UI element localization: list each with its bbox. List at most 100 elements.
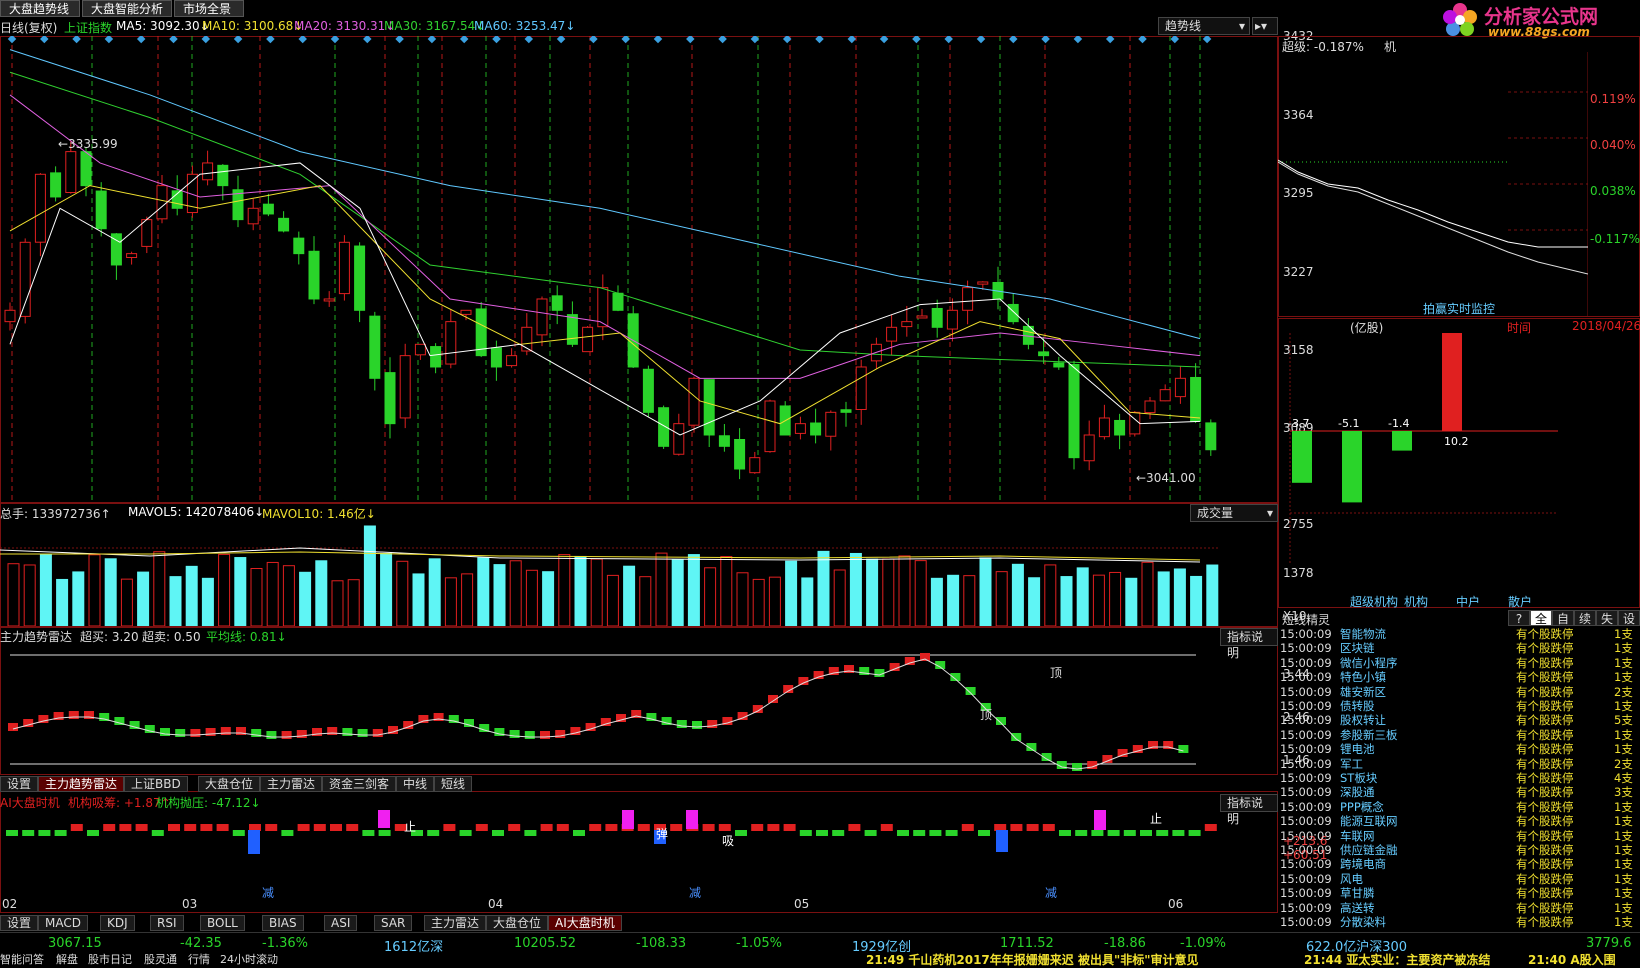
candlestick-chart[interactable]	[0, 36, 1278, 503]
short-tab[interactable]: 全	[1530, 610, 1552, 626]
indicator-tab[interactable]: 上证BBD	[124, 776, 188, 792]
indicator-tab[interactable]: 短线	[434, 776, 473, 792]
pct-tick: 0.040%	[1590, 138, 1636, 152]
list-item[interactable]: 15:00:09 分散染料 有个股跌停 1支	[1280, 915, 1633, 929]
cell: 有个股跌停	[1516, 756, 1574, 771]
cell: 15:00:09	[1280, 871, 1332, 886]
indicator-tab[interactable]: 主力雷达	[260, 776, 323, 792]
short-tab[interactable]: 设	[1618, 610, 1640, 626]
month-label: 03	[182, 897, 198, 911]
cell: 15:00:09	[1280, 684, 1332, 699]
indicator-tab[interactable]: 大盘仓位	[486, 915, 549, 931]
indicator-tab[interactable]: ASI	[324, 915, 358, 931]
list-item[interactable]: 15:00:09 高送转 有个股跌停 1支	[1280, 900, 1633, 915]
short-tab[interactable]: ?	[1508, 610, 1530, 626]
cell: 特色小镇	[1340, 670, 1386, 685]
pct-tick: 0.119%	[1590, 92, 1636, 106]
tab-market-overview[interactable]: 市场全景	[174, 0, 244, 17]
list-item[interactable]: 15:00:09 股权转让 有个股跌停 5支	[1280, 713, 1633, 728]
cell: 1支	[1614, 900, 1633, 915]
ai-mark: 减	[262, 886, 275, 900]
short-tab[interactable]: 失	[1596, 610, 1618, 626]
list-item[interactable]: 15:00:09 雄安新区 有个股跌停 2支	[1280, 684, 1633, 699]
bottom-link[interactable]: 行情	[188, 951, 210, 967]
list-item[interactable]: 15:00:09 PPP概念 有个股跌停 1支	[1280, 800, 1633, 814]
cell: 有个股跌停	[1516, 699, 1574, 713]
news-item[interactable]: 21:49 千山药机2017年年报姗姗来迟 被出具"非标"审计意见	[866, 951, 1198, 968]
tab-trend-line[interactable]: 大盘趋势线	[0, 0, 80, 17]
indicator-tab[interactable]: SAR	[374, 915, 413, 931]
money-flow-chart: -3.7 -5.1 -1.4 10.2	[1288, 333, 1558, 563]
cell: 1支	[1614, 886, 1633, 901]
cell: 15:00:09	[1280, 771, 1332, 785]
cell: 锂电池	[1340, 742, 1375, 757]
cell: 股权转让	[1340, 713, 1386, 728]
cell: 区块链	[1340, 641, 1375, 656]
list-item[interactable]: 15:00:09 参股新三板 有个股跌停 1支	[1280, 727, 1633, 742]
indicator-tab[interactable]: 设置	[0, 915, 39, 931]
indicator-tab[interactable]: BIAS	[262, 915, 304, 931]
bottom-link[interactable]: 24小时滚动	[220, 951, 278, 967]
indicator-tab[interactable]: AI大盘时机	[548, 915, 622, 931]
list-item[interactable]: 15:00:09 草甘膦 有个股跌停 1支	[1280, 886, 1633, 901]
trend-selector[interactable]: 趋势线 ▾	[1158, 17, 1250, 35]
indicator-tab[interactable]: MACD	[38, 915, 88, 931]
cell: 智能物流	[1340, 627, 1386, 641]
list-item[interactable]: 15:00:09 深股通 有个股跌停 3支	[1280, 785, 1633, 799]
indicator-tab[interactable]: 资金三剑客	[322, 776, 397, 792]
cell: 有个股跌停	[1516, 655, 1574, 670]
list-item[interactable]: 15:00:09 风电 有个股跌停 1支	[1280, 871, 1633, 886]
list-item[interactable]: 15:00:09 军工 有个股跌停 2支	[1280, 756, 1633, 771]
indicator-tab[interactable]: 大盘仓位	[198, 776, 261, 792]
indicator-tab[interactable]: 中线	[396, 776, 435, 792]
tab-smart-analysis[interactable]: 大盘智能分析	[82, 0, 172, 17]
cell: 供应链金融	[1340, 843, 1398, 857]
list-item[interactable]: 15:00:09 ST板块 有个股跌停 4支	[1280, 771, 1633, 785]
indicator-tab[interactable]: 主力雷达	[424, 915, 487, 931]
list-item[interactable]: 15:00:09 跨境电商 有个股跌停 1支	[1280, 857, 1633, 871]
list-item[interactable]: 15:00:09 锂电池 有个股跌停 1支	[1280, 742, 1633, 757]
list-item[interactable]: 15:00:09 供应链金融 有个股跌停 1支	[1280, 843, 1633, 857]
cell: 15:00:09	[1280, 713, 1332, 728]
short-tab[interactable]: 自	[1552, 610, 1574, 626]
radar-explain-button[interactable]: 指标说明	[1220, 628, 1278, 660]
cell: 车联网	[1340, 828, 1375, 843]
indicator-tab[interactable]: KDJ	[100, 915, 135, 931]
cell: 雄安新区	[1340, 684, 1386, 699]
short-tab[interactable]: 续	[1574, 610, 1596, 626]
list-item[interactable]: 15:00:09 智能物流 有个股跌停 1支	[1280, 627, 1633, 641]
cell: 1支	[1614, 727, 1633, 742]
news-item[interactable]: 21:40 A股入围	[1528, 951, 1616, 968]
cell: 15:00:09	[1280, 900, 1332, 915]
news-item[interactable]: 21:44 亚太实业：主要资产被冻结	[1304, 951, 1490, 968]
cell: 1支	[1614, 699, 1633, 713]
list-item[interactable]: 15:00:09 能源互联网 有个股跌停 1支	[1280, 814, 1633, 829]
cell: 有个股跌停	[1516, 742, 1574, 757]
list-item[interactable]: 15:00:09 债转股 有个股跌停 1支	[1280, 699, 1633, 713]
indicator-tab[interactable]: 主力趋势雷达	[38, 776, 125, 792]
list-item[interactable]: 15:00:09 车联网 有个股跌停 1支	[1280, 828, 1633, 843]
pct-tick: -0.117%	[1590, 232, 1640, 246]
cell: 15:00:09	[1280, 742, 1332, 757]
bottom-link[interactable]: 股市日记	[88, 951, 132, 967]
cell: 15:00:09	[1280, 886, 1332, 901]
expand-button[interactable]: ▸▾	[1252, 17, 1278, 35]
cell: 分散染料	[1340, 915, 1386, 929]
ai-mark: 减	[1045, 886, 1058, 900]
bottom-link[interactable]: 智能问答	[0, 951, 44, 967]
indicator-tab[interactable]: RSI	[150, 915, 184, 931]
monitor-date: 2018/04/26	[1572, 319, 1640, 333]
list-item[interactable]: 15:00:09 区块链 有个股跌停 1支	[1280, 641, 1633, 656]
cell: 1支	[1614, 915, 1633, 929]
bottom-link[interactable]: 股灵通	[144, 951, 177, 967]
list-item[interactable]: 15:00:09 微信小程序 有个股跌停 1支	[1280, 655, 1633, 670]
bottom-link[interactable]: 解盘	[56, 951, 78, 967]
cell: 1支	[1614, 843, 1633, 857]
cell: 15:00:09	[1280, 814, 1332, 829]
cell: 有个股跌停	[1516, 727, 1574, 742]
cell: 1支	[1614, 670, 1633, 685]
ma5-label: MA5: 3092.30↓	[116, 19, 210, 33]
indicator-tab[interactable]: 设置	[0, 776, 39, 792]
indicator-tab[interactable]: BOLL	[200, 915, 245, 931]
list-item[interactable]: 15:00:09 特色小镇 有个股跌停 1支	[1280, 670, 1633, 685]
